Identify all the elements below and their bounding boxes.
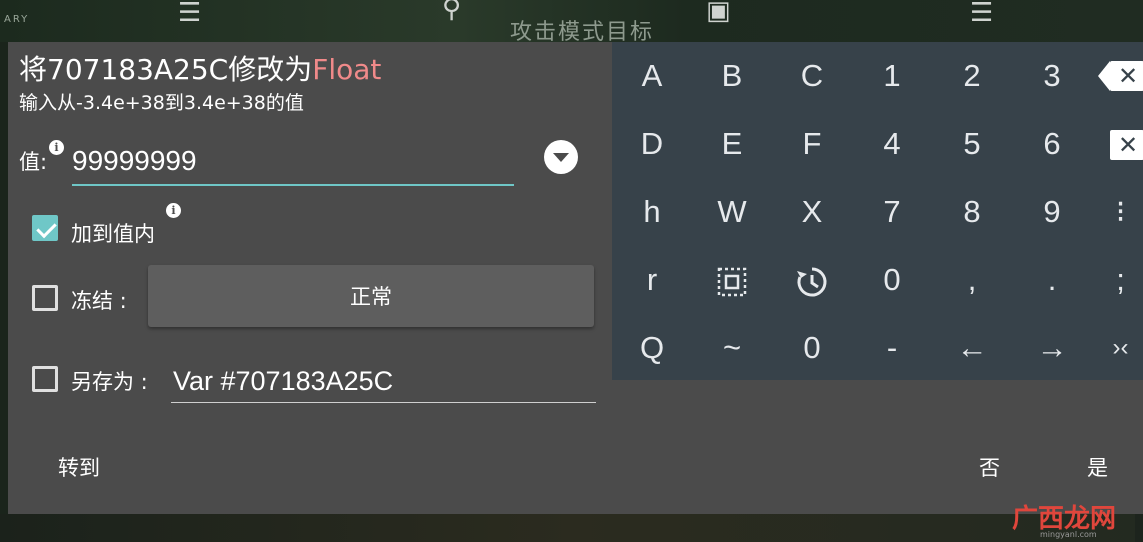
dialog-subtitle: 输入从-3.4e+38到3.4e+38的值 (19, 92, 304, 114)
save-as-input[interactable] (171, 360, 596, 403)
edit-value-dialog: 将707183A25C修改为Float 输入从-3.4e+38到3.4e+38的… (8, 42, 1143, 514)
freeze-mode-button[interactable]: 正常 (148, 265, 594, 327)
select-all-icon[interactable] (692, 246, 772, 314)
background-edge (0, 42, 8, 542)
key-toggle[interactable]: ›‹ (1098, 314, 1143, 382)
no-button[interactable]: 否 (979, 452, 1000, 482)
goto-button[interactable]: 转到 (58, 452, 100, 482)
key-c[interactable]: C (772, 42, 852, 110)
key-dot[interactable]: . (1012, 246, 1092, 314)
value-input[interactable] (72, 138, 514, 186)
save-as-label: 另存为 : (71, 370, 148, 394)
freeze-checkbox[interactable] (32, 285, 58, 311)
watermark-url: mingyanl.com (1040, 530, 1097, 539)
search-icon: ⚲ (442, 0, 462, 24)
key-4[interactable]: 4 (852, 110, 932, 178)
key-semicolon[interactable]: ; (1098, 246, 1143, 314)
hex-keypad: A B C 1 2 3 ✕ D E F 4 5 6 ✕ h W X 7 8 9 … (612, 42, 1143, 380)
list-icon: ☰ (970, 0, 994, 28)
key-x[interactable]: X (772, 178, 852, 246)
key-r[interactable]: r (612, 246, 692, 314)
key-8[interactable]: 8 (932, 178, 1012, 246)
history-icon[interactable] (772, 246, 852, 314)
key-f[interactable]: F (772, 110, 852, 178)
key-comma[interactable]: , (932, 246, 1012, 314)
value-info-icon[interactable]: i (49, 140, 64, 155)
key-h[interactable]: h (612, 178, 692, 246)
key-zero-alt[interactable]: 0 (772, 314, 852, 382)
background-bottom (0, 514, 1143, 542)
freeze-label: 冻结 : (71, 289, 127, 313)
key-9[interactable]: 9 (1012, 178, 1092, 246)
key-a[interactable]: A (612, 42, 692, 110)
key-e[interactable]: E (692, 110, 772, 178)
save-icon: ▣ (706, 0, 731, 26)
background-app-logo: ARY (4, 14, 30, 25)
value-history-dropdown-icon[interactable] (544, 140, 578, 174)
value-label: 值: (19, 150, 48, 174)
key-tilde[interactable]: ~ (692, 314, 772, 382)
key-b[interactable]: B (692, 42, 772, 110)
add-to-value-info-icon[interactable]: i (166, 203, 181, 218)
save-as-checkbox[interactable] (32, 366, 58, 392)
key-w[interactable]: W (692, 178, 772, 246)
add-to-value-checkbox[interactable] (32, 215, 58, 241)
dialog-title-text: 将707183A25C修改为 (19, 53, 313, 86)
key-d[interactable]: D (612, 110, 692, 178)
backspace-icon[interactable]: ✕ (1098, 61, 1143, 91)
key-5[interactable]: 5 (932, 110, 1012, 178)
key-3[interactable]: 3 (1012, 42, 1092, 110)
key-0[interactable]: 0 (852, 246, 932, 314)
add-to-value-label: 加到值内 (71, 222, 155, 246)
key-6[interactable]: 6 (1012, 110, 1092, 178)
key-1[interactable]: 1 (852, 42, 932, 110)
value-type: Float (312, 53, 382, 86)
key-more[interactable]: ⁝ (1098, 178, 1143, 246)
arrow-right-icon[interactable]: → (1012, 314, 1092, 382)
key-2[interactable]: 2 (932, 42, 1012, 110)
dialog-title: 将707183A25C修改为Float (19, 48, 381, 88)
sliders-icon: ☰ (178, 0, 202, 28)
key-minus[interactable]: - (852, 314, 932, 382)
arrow-left-icon[interactable]: ← (932, 314, 1012, 382)
clear-icon[interactable]: ✕ (1110, 130, 1143, 160)
yes-button[interactable]: 是 (1087, 452, 1108, 482)
key-q[interactable]: Q (612, 314, 692, 382)
key-7[interactable]: 7 (852, 178, 932, 246)
